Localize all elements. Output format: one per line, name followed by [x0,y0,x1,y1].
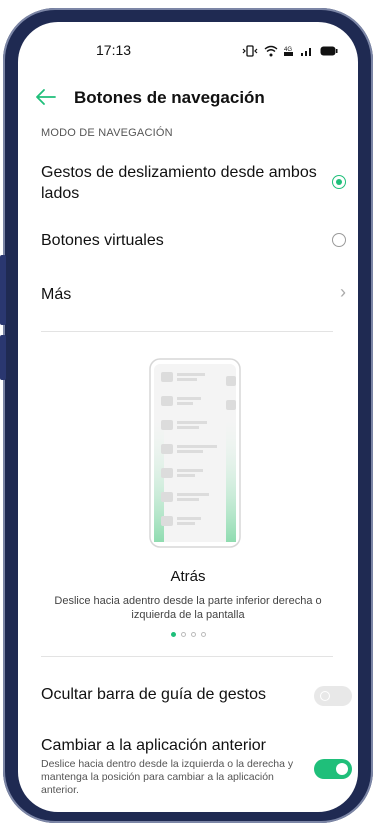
divider [41,331,333,332]
page-dot[interactable] [170,632,176,637]
status-icons: 4G [242,44,338,62]
setting-label: Cambiar a la aplicación anterior [41,737,266,754]
page-dot[interactable] [190,632,196,637]
option-label: Gestos de deslizamiento desde ambos lado… [41,164,317,202]
wifi-icon [264,44,278,62]
radio-swipe-gestures[interactable] [332,175,346,189]
option-swipe-gestures[interactable]: Gestos de deslizamiento desde ambos lado… [41,162,341,204]
setting-label: Ocultar barra de guía de gestos [41,686,267,703]
app-header: Botones de navegación [18,84,358,114]
gesture-illustration [149,358,241,548]
section-label: MODO DE NAVEGACIÓN [41,127,173,139]
switch-previous-app-toggle[interactable] [314,759,352,779]
option-label: Botones virtuales [41,232,164,249]
volume-button [0,255,6,325]
page-dot[interactable] [200,632,206,637]
status-time: 17:13 [96,42,132,58]
status-bar: 17:13 4G [18,42,358,62]
hide-gesture-bar-toggle[interactable] [314,686,352,706]
page-dot[interactable] [180,632,186,637]
screen: 17:13 4G Botones de navegación MODO DE N… [18,22,358,812]
option-virtual-buttons[interactable]: Botones virtuales [41,230,341,251]
page-indicator [18,632,358,637]
signal-icon [300,44,314,62]
more-label: Más [41,286,72,303]
arrow-left-icon[interactable] [35,87,57,107]
divider [41,656,333,657]
illustration-description: Deslice hacia adentro desde la parte inf… [54,595,322,621]
setting-switch-previous-app[interactable]: Cambiar a la aplicación anterior [41,735,341,756]
chevron-right-icon: › [340,282,346,302]
vibrate-icon [242,44,258,62]
data-icon: 4G [284,44,294,62]
illustration-title: Atrás [170,568,206,585]
radio-virtual-buttons[interactable] [332,233,346,247]
setting-description: Deslice hacia dentro desde la izquierda … [41,758,294,796]
page-title: Botones de navegación [74,88,265,107]
battery-icon [320,44,338,62]
more-item[interactable]: Más [41,284,341,305]
setting-hide-gesture-bar[interactable]: Ocultar barra de guía de gestos [41,684,341,705]
power-button [0,335,6,380]
